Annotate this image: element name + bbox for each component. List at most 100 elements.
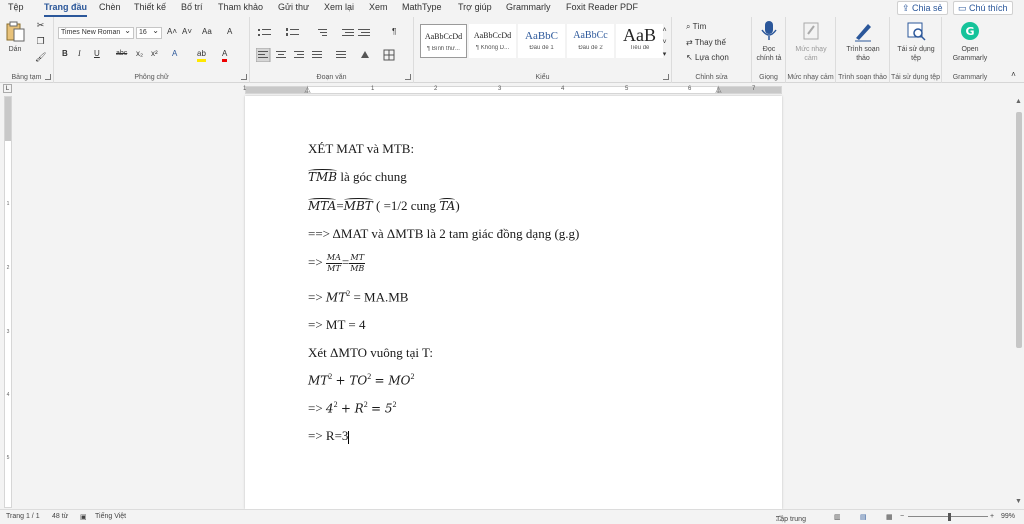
styles-launcher[interactable] [663, 74, 669, 80]
reuse-files-button[interactable]: Tái sử dụng tệp [894, 20, 938, 63]
replace-button[interactable]: ⇄ Thay thế [686, 38, 726, 48]
styles-scroll-down-icon[interactable]: ˅ [659, 37, 670, 48]
show-marks-button[interactable]: ¶ [392, 27, 396, 37]
tab-home[interactable]: Trang đầu [44, 2, 88, 17]
copy-icon[interactable]: ❐ [35, 36, 46, 47]
style-heading-2[interactable]: AaBbCc Đầu đề 2 [567, 24, 614, 58]
tab-help[interactable]: Trợ giúp [458, 2, 492, 12]
shrink-font-button[interactable]: A˅ [182, 27, 192, 37]
document-page[interactable]: XÉT MAT và MTB: TMB là góc chung MTA=MBT… [245, 96, 782, 509]
cut-icon[interactable]: ✂ [35, 20, 46, 31]
clipboard-launcher[interactable] [45, 74, 51, 80]
select-button[interactable]: ↖ Lựa chọn [686, 53, 729, 63]
clipboard-group: Dán ✂ ❐ 🖌 Bảng tạm [0, 17, 54, 83]
strikethrough-button[interactable]: abc [116, 49, 127, 59]
voice-label: Giọng [759, 74, 778, 81]
indent-marker-icon[interactable]: ⏅ [304, 85, 311, 95]
style-normal[interactable]: AaBbCcDd ¶ Bình thư... [420, 24, 467, 58]
doc-line-2[interactable]: TMB là góc chung [308, 169, 407, 185]
doc-line-8[interactable]: Xét ΔMTO vuông tại T: [308, 345, 433, 361]
font-launcher[interactable] [241, 74, 247, 80]
tab-insert[interactable]: Chèn [99, 2, 121, 12]
doc-line-3[interactable]: MTA=MBT ( =1/2 cung TA) [308, 198, 460, 214]
text-effects-button[interactable]: A [172, 49, 177, 59]
page-count[interactable]: Trang 1 / 1 [6, 513, 40, 520]
vertical-scrollbar[interactable]: ▲ ▼ [1014, 96, 1024, 509]
scroll-down-icon[interactable]: ▼ [1015, 498, 1022, 505]
zoom-level[interactable]: 99% [1001, 513, 1015, 520]
zoom-out-icon[interactable]: − [900, 513, 904, 520]
styles-scroll-up-icon[interactable]: ˄ [659, 25, 670, 36]
vertical-ruler: 1 2 3 4 5 [4, 96, 12, 508]
dictate-button[interactable]: Đọc chính tả [754, 20, 784, 63]
scrollbar-thumb[interactable] [1016, 112, 1022, 348]
doc-line-4[interactable]: ==> ΔMAT và ΔMTB là 2 tam giác đồng dạng… [308, 226, 579, 242]
doc-line-11[interactable]: => R=3 [308, 428, 350, 444]
scroll-up-icon[interactable]: ▲ [1015, 98, 1022, 105]
comments-button[interactable]: ▭ Chú thích [953, 1, 1013, 15]
zoom-in-icon[interactable]: + [990, 513, 994, 520]
read-mode-icon[interactable]: ▥ [834, 513, 841, 521]
tab-layout[interactable]: Bố trí [181, 2, 203, 12]
tab-review[interactable]: Xem lại [324, 2, 354, 12]
highlight-button[interactable]: ab [197, 49, 206, 62]
tab-foxit[interactable]: Foxit Reader PDF [566, 2, 638, 12]
proofing-icon[interactable]: ▣ [80, 513, 87, 521]
word-count[interactable]: 48 từ [52, 513, 68, 520]
doc-line-5[interactable]: => MA MT = MT MB [308, 253, 366, 274]
underline-button[interactable]: U [94, 49, 100, 59]
subscript-button[interactable]: x₂ [136, 49, 143, 59]
collapse-ribbon-icon[interactable]: ˄ [1008, 69, 1019, 80]
ruler-number: 7 [752, 86, 756, 92]
tab-grammarly[interactable]: Grammarly [506, 2, 551, 12]
clear-format-button[interactable]: A [227, 27, 232, 37]
doc-line-6[interactable]: => MT2 = MA.MB [308, 289, 408, 305]
replace-icon: ⇄ [686, 38, 695, 47]
editing-label: Chỉnh sửa [695, 74, 728, 81]
zoom-slider-thumb[interactable] [948, 513, 951, 521]
style-no-spacing[interactable]: AaBbCcDd ¶ Không D... [469, 24, 516, 58]
change-case-button[interactable]: Aa [202, 27, 212, 37]
sensitivity-button[interactable]: Mức nhạy cảm [790, 20, 832, 63]
ruler-track[interactable]: 1 1 2 3 4 5 6 7 ⏅ ⏅ [243, 85, 782, 95]
doc-line-7[interactable]: => MT = 4 [308, 317, 366, 333]
paragraph-group: ¶ Đoạn văn [250, 17, 414, 83]
web-layout-icon[interactable]: ▦ [886, 513, 893, 521]
font-color-button[interactable]: A [222, 49, 228, 62]
angle-tmb: TMB [308, 169, 338, 184]
tab-file[interactable]: Tệp [8, 2, 24, 12]
ribbon: Dán ✂ ❐ 🖌 Bảng tạm Times New Roman 16 A˄… [0, 17, 1024, 83]
find-button[interactable]: ⌕ Tìm [686, 22, 706, 32]
bold-button[interactable]: B [62, 49, 68, 59]
styles-more-icon[interactable]: ▾ [659, 49, 670, 60]
tab-mailings[interactable]: Gửi thư [278, 2, 309, 12]
print-layout-icon[interactable]: ▤ [860, 513, 867, 521]
grow-font-button[interactable]: A˄ [167, 27, 177, 37]
angle-mbt: MBT [343, 198, 373, 213]
font-name-combo[interactable]: Times New Roman [58, 27, 134, 39]
doc-line-10[interactable]: => 42 + R2 = 52 [308, 400, 396, 416]
tab-view[interactable]: Xem [369, 2, 388, 12]
doc-line-1[interactable]: XÉT MAT và MTB: [308, 141, 414, 157]
language-indicator[interactable]: Tiếng Việt [95, 513, 126, 520]
reuse-group: Tái sử dụng tệp Tái sử dụng tệp [890, 17, 942, 83]
tab-mathtype[interactable]: MathType [402, 2, 442, 12]
doc-line-9[interactable]: MT2 + TO2 = MO2 [308, 372, 415, 388]
tab-selector-icon[interactable]: L [3, 84, 12, 93]
font-group: Times New Roman 16 A˄ A˅ Aa A B I U abc … [54, 17, 250, 83]
tab-design[interactable]: Thiết kế [134, 2, 166, 12]
format-painter-icon[interactable]: 🖌 [35, 52, 46, 63]
share-button[interactable]: ⇪ Chia sẻ [897, 1, 948, 15]
paste-button[interactable]: Dán [4, 20, 26, 54]
tab-references[interactable]: Tham khảo [218, 2, 263, 12]
editor-button[interactable]: Trình soạn thảo [840, 20, 886, 63]
open-grammarly-button[interactable]: G Open Grammarly [946, 20, 994, 63]
paragraph-launcher[interactable] [405, 74, 411, 80]
superscript-button[interactable]: x² [151, 49, 158, 59]
paste-icon [6, 21, 25, 42]
italic-button[interactable]: I [78, 49, 81, 59]
style-title[interactable]: AaB Tiêu đề [616, 24, 663, 58]
font-size-combo[interactable]: 16 [136, 27, 162, 39]
style-heading-1[interactable]: AaBbC Đầu đề 1 [518, 24, 565, 58]
right-indent-marker-icon[interactable]: ⏅ [715, 85, 722, 95]
